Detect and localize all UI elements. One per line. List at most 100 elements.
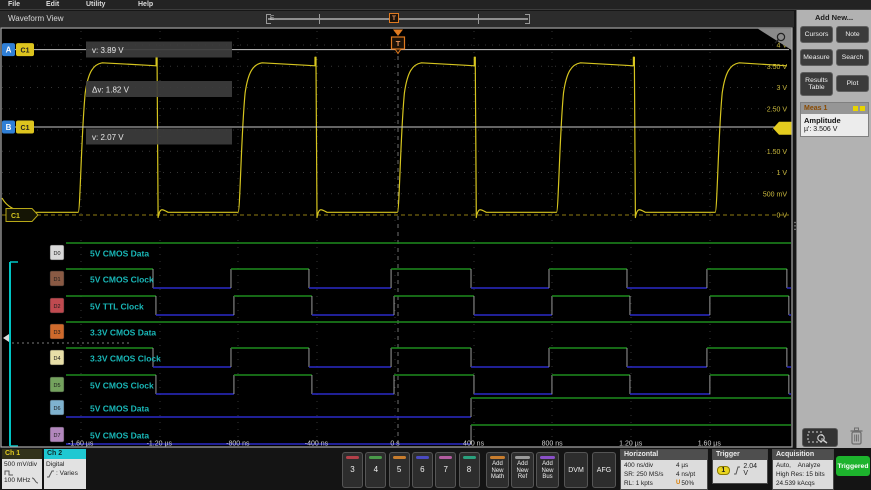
acquisition-row: Auto, Analyze	[776, 461, 830, 470]
channel-2-badge[interactable]: Ch 2 Digital : Varies	[44, 449, 86, 489]
bottom-bar: Ch 1 500 mV/div 100 MHz Ch 2 Digital : V…	[0, 448, 871, 490]
horizontal-panel-title: Horizontal	[621, 450, 707, 460]
waveform-view-title: Waveform View	[8, 11, 64, 27]
add-new-title: Add New...	[797, 13, 871, 22]
measurement-badge-header: Meas 1	[801, 103, 868, 114]
add-new-math-button[interactable]: AddNewMath	[486, 452, 509, 488]
button-color-strip	[540, 456, 555, 459]
trash-icon	[849, 427, 864, 446]
horizontal-panel-body: 400 ns/div4 µsSR: 250 MS/s4 ns/ptRL: 1 k…	[621, 460, 707, 489]
trigger-status-badge: Triggered	[836, 456, 870, 476]
d2-channel-label: 5V TTL Clock	[90, 302, 144, 312]
d0-badge-label: D0	[53, 251, 60, 257]
channel-7-button[interactable]: 7	[435, 452, 456, 488]
y-axis-label: 2.50 V	[767, 106, 788, 113]
y-axis-label: 3 V	[776, 85, 787, 92]
d5-channel-label: 5V CMOS Clock	[90, 381, 154, 391]
channel-6-button[interactable]: 6	[412, 452, 433, 488]
y-axis-label: 1 V	[776, 170, 787, 177]
d3-channel-label: 3.3V CMOS Data	[90, 328, 156, 338]
horizontal-value: RL: 1 kpts	[624, 479, 676, 488]
channel-button-label: 5	[390, 465, 409, 474]
record-view-bar[interactable]: E T	[266, 14, 530, 25]
dvm-button[interactable]: DVM	[564, 452, 588, 488]
d5-badge-label: D5	[53, 383, 60, 389]
channel-color-strip	[369, 456, 382, 459]
d6-channel-label: 5V CMOS Data	[90, 404, 149, 414]
channel-8-button[interactable]: 8	[459, 452, 480, 488]
channel-1-badge[interactable]: Ch 1 500 mV/div 100 MHz	[2, 449, 42, 489]
horizontal-value: SR: 250 MS/s	[624, 470, 676, 479]
add-new-search-button[interactable]: Search	[836, 49, 869, 66]
menu-item-utility[interactable]: Utility	[86, 0, 105, 10]
trigger-flag-label: T	[396, 39, 401, 48]
zoom-icon	[807, 431, 833, 444]
channel-2-threshold: : Varies	[46, 469, 84, 478]
add-new-note-button[interactable]: Note	[836, 26, 869, 43]
meas-indicator-icon	[853, 106, 858, 111]
channel-button-label: 7	[436, 465, 455, 474]
channel-2-settings: Digital : Varies	[44, 459, 86, 489]
channel-4-button[interactable]: 4	[365, 452, 386, 488]
acquisition-panel-body: Auto, AnalyzeHigh Res: 15 bits24.539 kAc…	[773, 460, 833, 489]
d7-channel-label: 5V CMOS Data	[90, 431, 149, 441]
add-new-measure-button[interactable]: Measure	[800, 49, 833, 66]
horizontal-value: U50%	[676, 479, 694, 488]
expansion-marker: E	[270, 14, 274, 24]
d7-badge-label: D7	[53, 433, 60, 439]
menu-item-file[interactable]: File	[8, 0, 20, 10]
button-label: AddNewRef	[512, 461, 533, 481]
expansion-point-icon: U	[676, 479, 680, 488]
d4-badge-label: D4	[53, 356, 60, 362]
channel-color-strip	[346, 456, 359, 459]
coupling-icon	[4, 469, 40, 476]
horizontal-value-text: 4 ns/pt	[676, 470, 695, 479]
trigger-panel[interactable]: Trigger 1 2.04 V	[712, 449, 768, 484]
d0-channel-label: 5V CMOS Data	[90, 249, 149, 259]
cursor-a-readout-text: v: 3.89 V	[92, 46, 124, 55]
horizontal-value: 4 µs	[676, 461, 688, 470]
cursor-b-readout-text: v: 2.07 V	[92, 133, 124, 142]
view-strip: Waveform View E T	[0, 11, 794, 27]
add-new-plot-button[interactable]: Plot	[836, 75, 869, 92]
add-new-cursors-button[interactable]: Cursors	[800, 26, 833, 43]
add-new-bus-button[interactable]: AddNewBus	[536, 452, 559, 488]
measurement-badge-body: Amplitude µ': 3.506 V	[801, 114, 868, 136]
add-new-ref-button[interactable]: AddNewRef	[511, 452, 534, 488]
meas-indicator-icon	[860, 106, 865, 111]
channel-button-label: 8	[460, 465, 479, 474]
menu-item-edit[interactable]: Edit	[46, 0, 59, 10]
channel-1-settings: 500 mV/div 100 MHz	[2, 459, 42, 489]
button-color-strip	[490, 456, 505, 459]
channel-2-name: Ch 2	[44, 449, 86, 459]
channel-2-mode: Digital	[46, 460, 84, 469]
acquisition-panel[interactable]: Acquisition Auto, AnalyzeHigh Res: 15 bi…	[772, 449, 834, 490]
record-bar-divider	[478, 14, 479, 24]
trash-button[interactable]	[847, 426, 865, 447]
trigger-panel-body: 1 2.04 V	[713, 460, 767, 480]
horizontal-panel[interactable]: Horizontal 400 ns/div4 µsSR: 250 MS/s4 n…	[620, 449, 708, 490]
record-bar-right-bracket	[525, 14, 530, 24]
menu-item-help[interactable]: Help	[138, 0, 153, 10]
measurement-badge[interactable]: Meas 1 Amplitude µ': 3.506 V	[800, 102, 869, 137]
d2-badge-label: D2	[53, 304, 60, 310]
acquisition-row: 24.539 kAcqs	[776, 479, 830, 488]
afg-button[interactable]: AFG	[592, 452, 616, 488]
zoom-button[interactable]	[802, 428, 838, 447]
record-trigger-marker[interactable]: T	[389, 13, 399, 23]
d4-channel-label: 3.3V CMOS Clock	[90, 354, 161, 364]
y-axis-label: 500 mV	[763, 191, 787, 198]
horizontal-value-text: 50%	[681, 479, 694, 488]
channel-3-button[interactable]: 3	[342, 452, 363, 488]
threshold-icon	[46, 470, 55, 478]
add-new-results-table-button[interactable]: Results Table	[800, 72, 833, 96]
trigger-panel-title: Trigger	[713, 450, 767, 460]
bandwidth-icon	[31, 477, 39, 484]
channel-color-strip	[439, 456, 452, 459]
y-axis-label: 3.50 V	[767, 64, 788, 71]
cursor-delta-readout-text: Δv: 1.82 V	[92, 86, 130, 95]
channel-5-button[interactable]: 5	[389, 452, 410, 488]
waveform-plot[interactable]: D0D1D2D3D4D5D6D7AC1BC1v: 3.89 VΔv: 1.82 …	[0, 27, 794, 448]
measurement-name: Amplitude	[804, 116, 865, 125]
cursor-a-badge-label: A	[6, 46, 12, 55]
